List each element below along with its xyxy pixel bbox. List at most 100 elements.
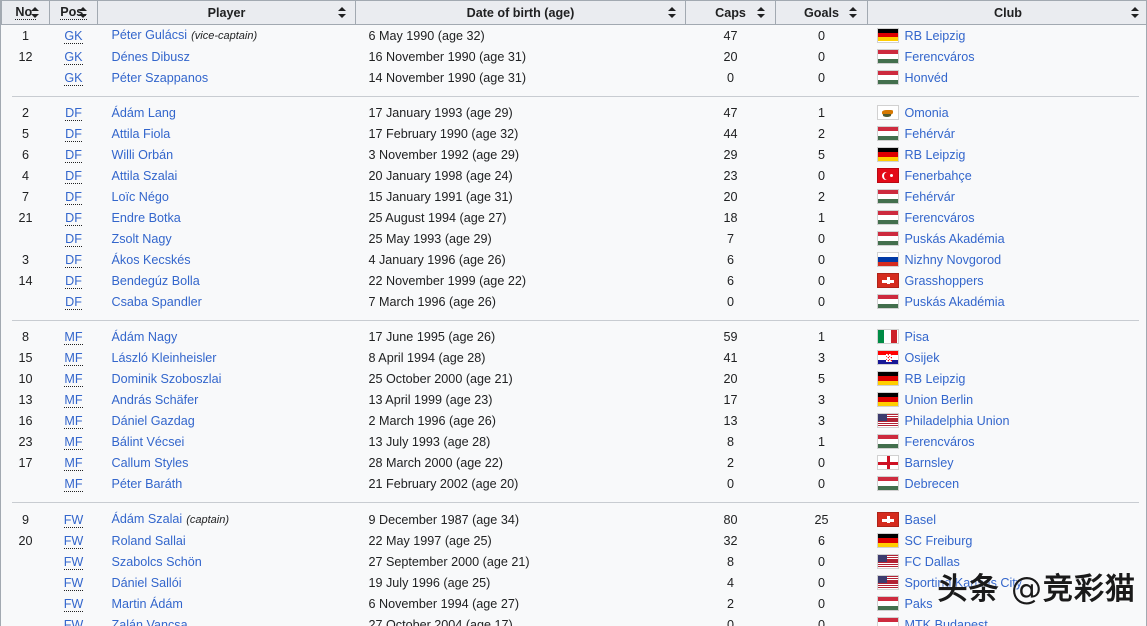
position-abbr[interactable]: MF <box>64 477 83 492</box>
club-link[interactable]: Paks <box>905 597 933 611</box>
player-link[interactable]: Martin Ádám <box>112 597 183 611</box>
player-link[interactable]: Zsolt Nagy <box>112 232 172 246</box>
club-link[interactable]: Omonia <box>905 106 949 120</box>
column-header-goals[interactable]: Goals <box>775 0 868 25</box>
position-abbr[interactable]: DF <box>65 295 82 310</box>
column-header-caps[interactable]: Caps <box>685 0 776 25</box>
position-abbr[interactable]: DF <box>65 190 82 205</box>
club-link[interactable]: Debrecen <box>905 477 960 491</box>
position-abbr[interactable]: FW <box>63 597 84 612</box>
column-header-player[interactable]: Player <box>97 0 356 25</box>
cell-shirt-number <box>1 594 50 615</box>
club-link[interactable]: Ferencváros <box>905 50 975 64</box>
position-abbr[interactable]: MF <box>64 330 83 345</box>
column-header-no[interactable]: No. <box>1 0 50 25</box>
position-abbr[interactable]: FW <box>63 512 84 528</box>
position-abbr[interactable]: MF <box>64 393 83 408</box>
position-abbr[interactable]: MF <box>64 351 83 366</box>
sort-icon-date-of-birth[interactable] <box>666 6 678 19</box>
position-abbr[interactable]: DF <box>65 106 82 121</box>
club-link[interactable]: Puskás Akadémia <box>905 232 1005 246</box>
position-abbr[interactable]: FW <box>63 618 84 626</box>
column-header-club[interactable]: Club <box>867 0 1146 25</box>
cell-goals: 0 <box>775 573 868 594</box>
position-abbr[interactable]: FW <box>63 576 84 591</box>
club-link[interactable]: RB Leipzig <box>905 29 966 43</box>
player-link[interactable]: Attila Fiola <box>112 127 171 141</box>
table-row: 10 MF Dominik Szoboszlai 25 October 2000 (a… <box>1 369 1146 390</box>
position-abbr[interactable]: DF <box>65 127 82 142</box>
club-link[interactable]: MTK Budapest <box>905 618 988 626</box>
position-abbr[interactable]: DF <box>65 211 82 226</box>
player-link[interactable]: Dénes Dibusz <box>112 50 190 64</box>
player-link[interactable]: László Kleinheisler <box>112 351 217 365</box>
club-link[interactable]: Ferencváros <box>905 435 975 449</box>
club-link[interactable]: FC Dallas <box>905 555 960 569</box>
position-abbr[interactable]: DF <box>65 274 82 289</box>
position-abbr[interactable]: FW <box>63 534 84 549</box>
club-link[interactable]: Nizhny Novgorod <box>905 253 1002 267</box>
club-link[interactable]: Puskás Akadémia <box>905 295 1005 309</box>
club-link[interactable]: Honvéd <box>905 71 948 85</box>
position-abbr[interactable]: MF <box>64 435 83 450</box>
player-link[interactable]: Péter Gulácsi <box>112 28 188 42</box>
sort-icon-club[interactable] <box>1129 6 1141 19</box>
position-abbr[interactable]: MF <box>64 414 83 429</box>
club-link[interactable]: Fehérvár <box>905 127 955 141</box>
club-link[interactable]: Fehérvár <box>905 190 955 204</box>
position-abbr[interactable]: GK <box>64 50 83 65</box>
player-link[interactable]: András Schäfer <box>112 393 199 407</box>
player-link[interactable]: Zalán Vancsa <box>112 618 188 626</box>
player-link[interactable]: Ádám Nagy <box>112 330 178 344</box>
sort-icon-no[interactable] <box>29 6 41 19</box>
player-link[interactable]: Callum Styles <box>112 456 189 470</box>
position-abbr[interactable]: GK <box>64 71 83 86</box>
sort-icon-caps[interactable] <box>755 6 767 19</box>
column-header-date-of-birth[interactable]: Date of birth (age) <box>355 0 686 25</box>
club-link[interactable]: Basel <box>905 513 937 527</box>
position-abbr[interactable]: MF <box>64 456 83 471</box>
sort-icon-pos[interactable] <box>77 6 89 19</box>
player-link[interactable]: Dániel Gazdag <box>112 414 195 428</box>
position-abbr[interactable]: DF <box>65 232 82 247</box>
position-abbr[interactable]: DF <box>65 253 82 268</box>
player-link[interactable]: Szabolcs Schön <box>112 555 202 569</box>
cell-club: MTK Budapest <box>867 615 1146 626</box>
player-link[interactable]: Loïc Négo <box>112 190 169 204</box>
player-link[interactable]: Roland Sallai <box>112 534 186 548</box>
player-link[interactable]: Péter Baráth <box>112 477 183 491</box>
club-link[interactable]: Grasshoppers <box>905 274 984 288</box>
player-link[interactable]: Attila Szalai <box>112 169 178 183</box>
club-link[interactable]: Ferencváros <box>905 211 975 225</box>
position-abbr[interactable]: DF <box>65 169 82 184</box>
player-link[interactable]: Bálint Vécsei <box>112 435 185 449</box>
club-link[interactable]: RB Leipzig <box>905 148 966 162</box>
club-link[interactable]: SC Freiburg <box>905 534 973 548</box>
club-link[interactable]: Philadelphia Union <box>905 414 1010 428</box>
player-link[interactable]: Endre Botka <box>112 211 181 225</box>
club-link[interactable]: Fenerbahçe <box>905 169 972 183</box>
club-link[interactable]: RB Leipzig <box>905 372 966 386</box>
club-link[interactable]: Sporting Kansas City <box>905 576 1023 590</box>
position-abbr[interactable]: FW <box>63 555 84 570</box>
column-header-pos[interactable]: Pos. <box>49 0 98 25</box>
club-link[interactable]: Barnsley <box>905 456 954 470</box>
position-abbr[interactable]: MF <box>64 372 83 387</box>
position-abbr[interactable]: GK <box>64 28 83 44</box>
player-link[interactable]: Csaba Spandler <box>112 295 202 309</box>
position-abbr[interactable]: DF <box>65 148 82 163</box>
club-link[interactable]: Osijek <box>905 351 940 365</box>
sort-icon-player[interactable] <box>336 6 348 19</box>
cell-player: Dániel Gazdag <box>97 411 356 432</box>
sort-icon-goals[interactable] <box>847 6 859 19</box>
player-link[interactable]: Péter Szappanos <box>112 71 209 85</box>
player-link[interactable]: Willi Orbán <box>112 148 174 162</box>
club-link[interactable]: Union Berlin <box>905 393 974 407</box>
player-link[interactable]: Ádám Lang <box>112 106 176 120</box>
club-link[interactable]: Pisa <box>905 330 930 344</box>
player-link[interactable]: Dániel Sallói <box>112 576 182 590</box>
player-link[interactable]: Ádám Szalai <box>112 512 183 526</box>
player-link[interactable]: Dominik Szoboszlai <box>112 372 222 386</box>
player-link[interactable]: Ákos Kecskés <box>112 253 191 267</box>
player-link[interactable]: Bendegúz Bolla <box>112 274 200 288</box>
